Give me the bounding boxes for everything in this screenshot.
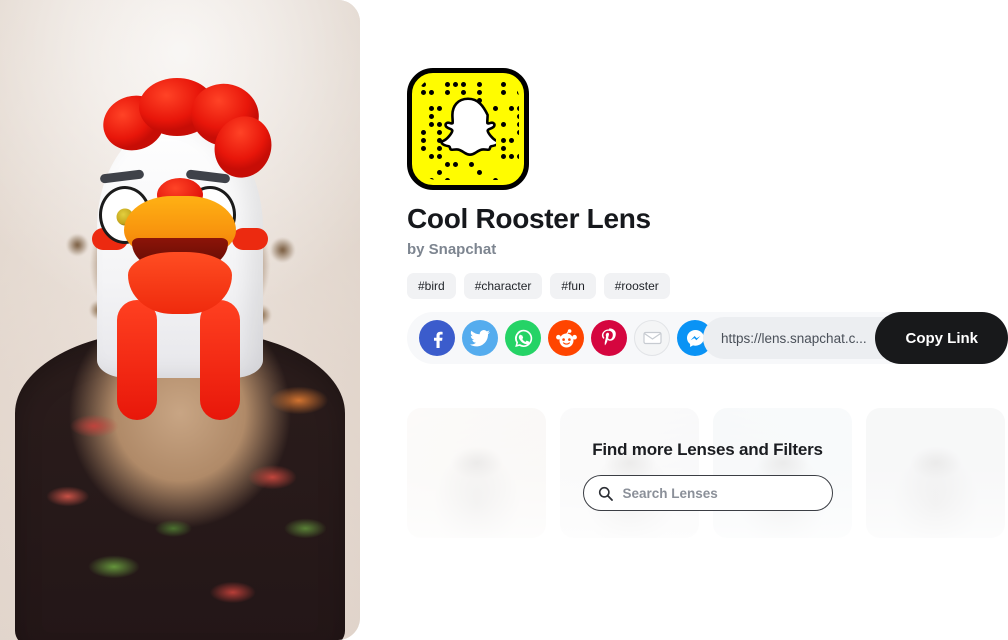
- copy-link-button[interactable]: Copy Link: [875, 312, 1008, 364]
- search-icon: [598, 486, 613, 501]
- lens-details-panel: Cool Rooster Lens by Snapchat #bird #cha…: [407, 0, 1008, 640]
- share-bar: https://lens.snapchat.c... Copy Link: [407, 312, 1008, 364]
- share-facebook-icon[interactable]: [419, 320, 455, 356]
- snapchat-ghost-icon: [440, 97, 496, 156]
- share-reddit-icon[interactable]: [548, 320, 584, 356]
- lens-author: by Snapchat: [407, 241, 497, 258]
- search-input[interactable]: [620, 484, 805, 502]
- lens-preview-card[interactable]: [0, 0, 360, 640]
- tag-item[interactable]: #character: [463, 273, 543, 299]
- search-lenses-box[interactable]: [582, 475, 833, 511]
- lens-preview-photo: [0, 0, 360, 640]
- tag-item[interactable]: #bird: [407, 273, 456, 299]
- tag-item[interactable]: #fun: [550, 273, 596, 299]
- rooster-cheek-right: [232, 228, 268, 250]
- rooster-wattle-right: [200, 300, 240, 420]
- share-pinterest-icon[interactable]: [591, 320, 627, 356]
- share-whatsapp-icon[interactable]: [505, 320, 541, 356]
- share-email-icon[interactable]: [634, 320, 670, 356]
- lens-share-page: Cool Rooster Lens by Snapchat #bird #cha…: [0, 0, 1008, 640]
- find-more-section: Find more Lenses and Filters: [407, 440, 1008, 511]
- page-title: Cool Rooster Lens: [407, 203, 651, 234]
- rooster-wattle-left: [117, 300, 157, 420]
- rooster-chin: [128, 252, 232, 314]
- share-twitter-icon[interactable]: [462, 320, 498, 356]
- snapcode[interactable]: [407, 68, 529, 190]
- find-more-heading: Find more Lenses and Filters: [592, 440, 823, 459]
- tag-item[interactable]: #rooster: [603, 273, 670, 299]
- tag-list: #bird #character #fun #rooster: [407, 273, 670, 299]
